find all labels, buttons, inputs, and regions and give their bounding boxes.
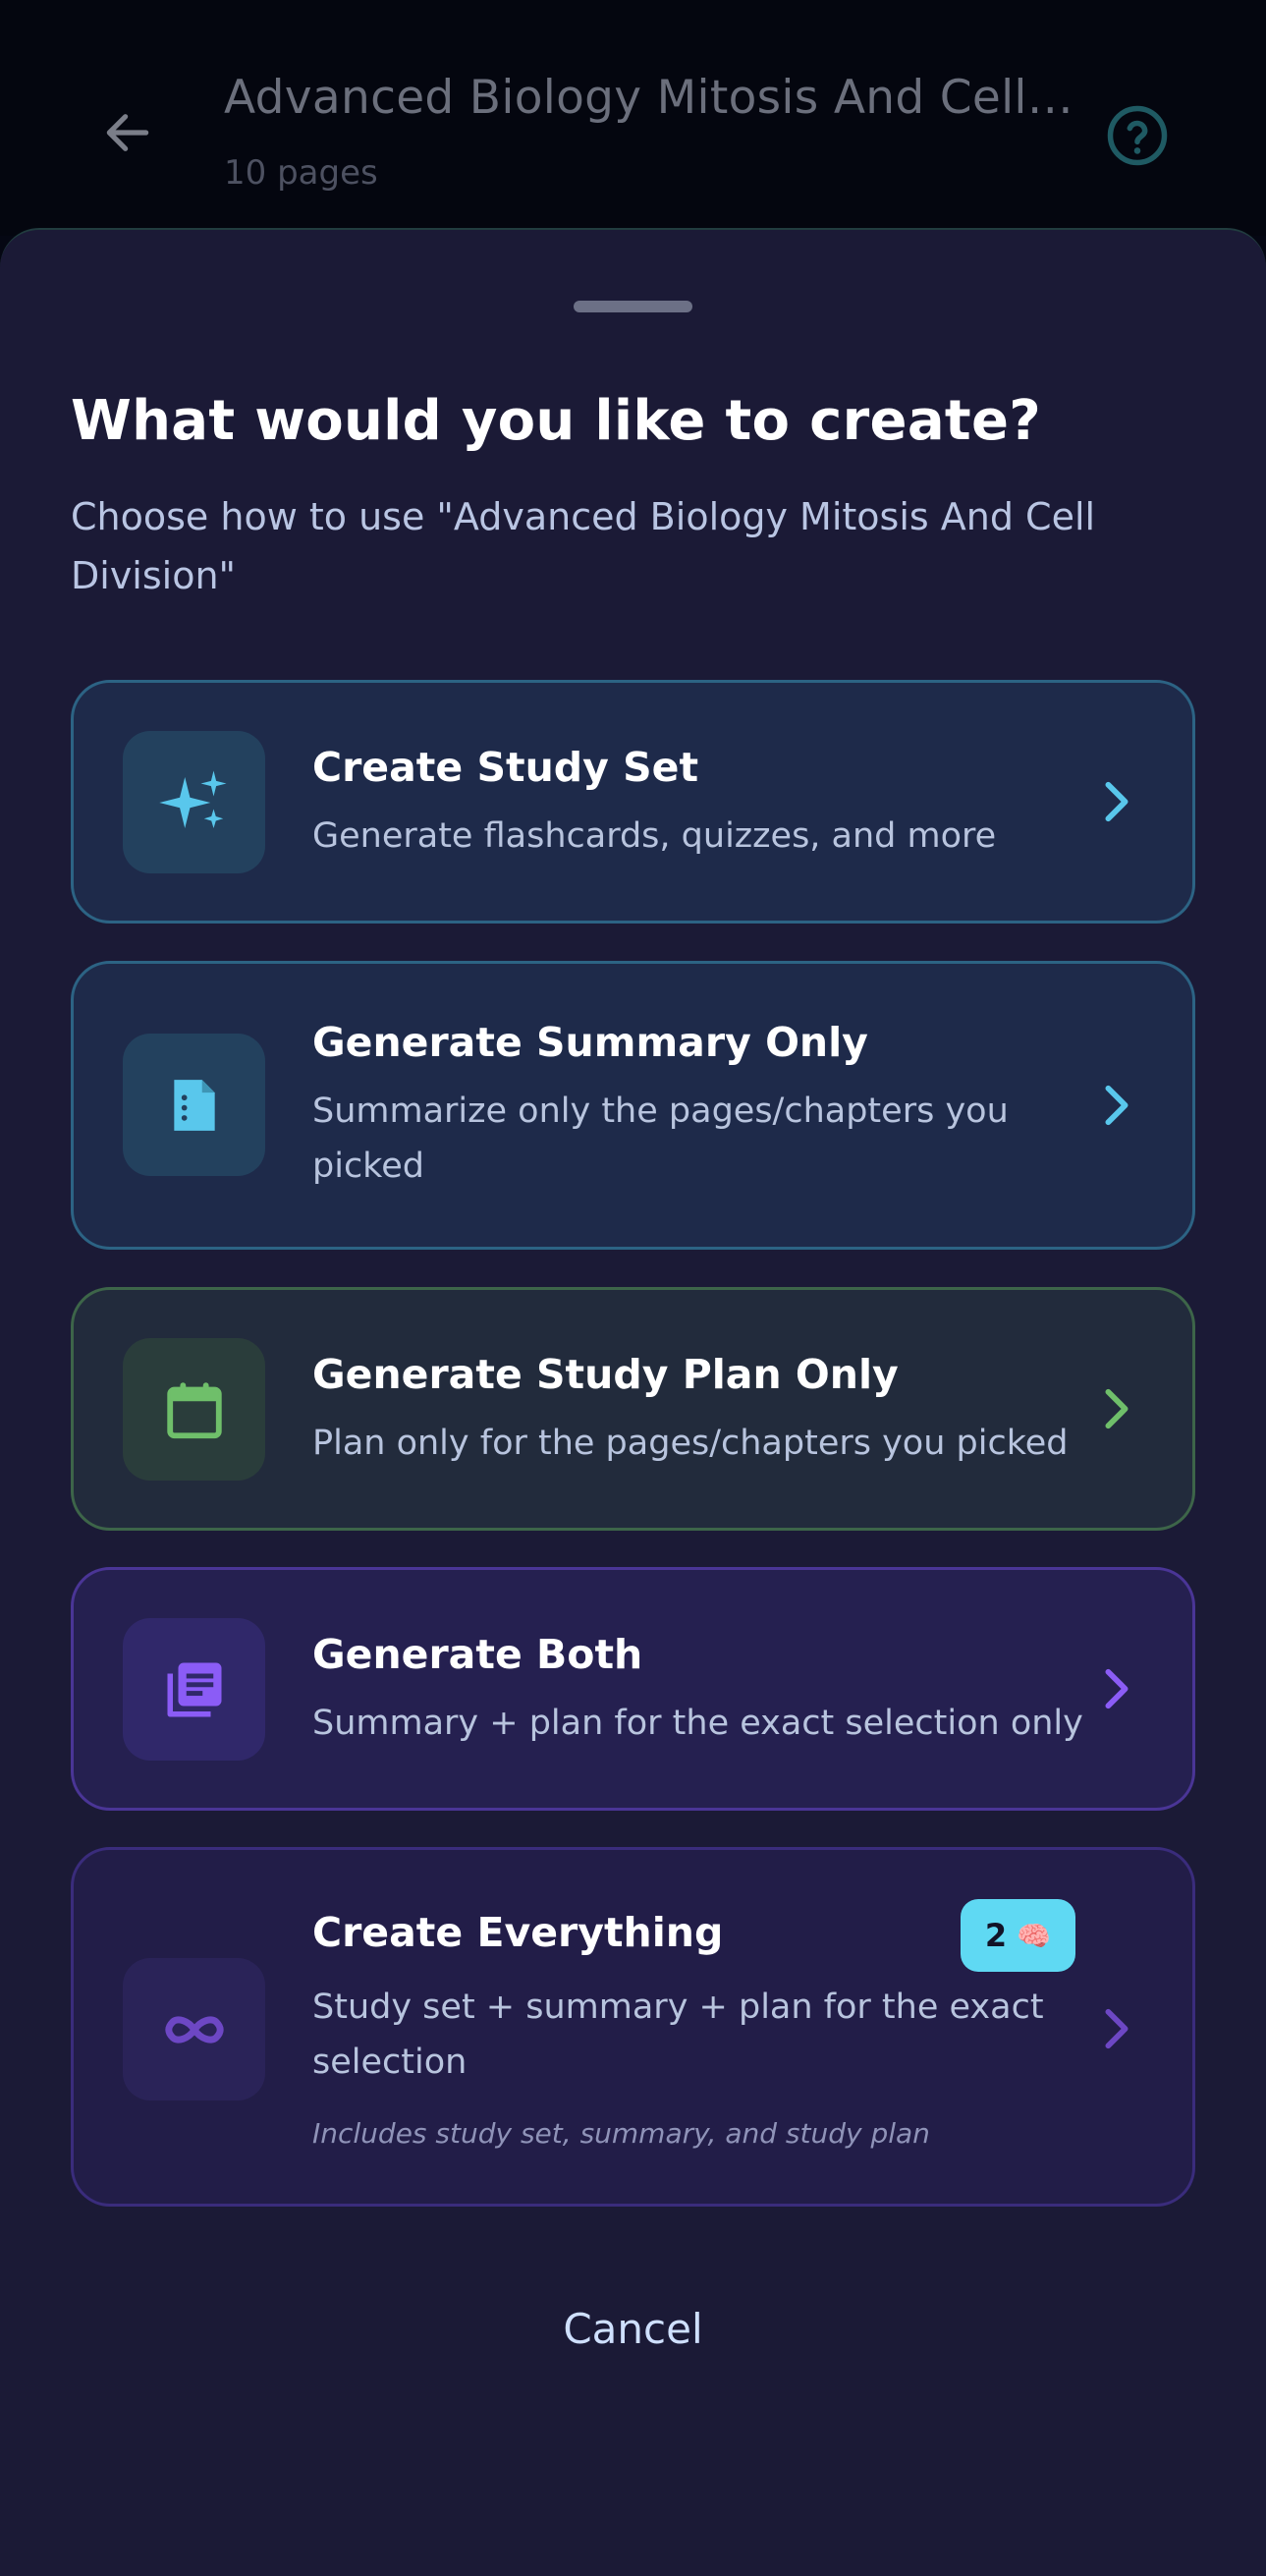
option-icon-box (123, 1338, 265, 1481)
option-icon-box (123, 731, 265, 873)
document-icon (173, 1079, 215, 1131)
back-button[interactable] (93, 98, 162, 167)
question-circle-icon (1107, 105, 1168, 166)
app-header: Advanced Biology Mitosis And Cell Divisi… (0, 0, 1266, 236)
calendar-icon (166, 1381, 222, 1438)
page-count: 10 pages (224, 153, 378, 193)
brain-icon: 🧠 (1017, 1919, 1052, 1952)
badge-count: 2 (984, 1917, 1008, 1954)
option-create-study-set[interactable]: Create Study Set Generate flashcards, qu… (71, 680, 1195, 924)
option-generate-study-plan[interactable]: Generate Study Plan Only Plan only for t… (71, 1287, 1195, 1531)
option-description: Study set + summary + plan for the exact… (312, 1988, 1044, 2082)
chevron-right-icon (1092, 1081, 1141, 1130)
chevron-right-icon (1092, 2004, 1141, 2053)
option-title: Create Everything (312, 1909, 724, 1956)
option-icon-box (123, 1958, 265, 2100)
option-title: Generate Both (312, 1631, 643, 1678)
infinity-icon (164, 2015, 224, 2044)
option-title: Generate Summary Only (312, 1019, 868, 1066)
option-title: Create Study Set (312, 744, 699, 791)
sparkles-icon (158, 770, 226, 828)
option-description: Plan only for the pages/chapters you pic… (312, 1424, 1069, 1463)
sheet-subtitle: Choose how to use "Advanced Biology Mito… (71, 495, 1096, 597)
option-icon-box (123, 1618, 265, 1761)
chevron-right-icon (1092, 777, 1141, 826)
option-description: Generate flashcards, quizzes, and more (312, 816, 997, 856)
arrow-left-icon (106, 114, 149, 151)
option-description: Summarize only the pages/chapters you pi… (312, 1092, 1009, 1186)
option-description: Summary + plan for the exact selection o… (312, 1704, 1083, 1743)
option-title: Generate Study Plan Only (312, 1351, 899, 1398)
chevron-right-icon (1092, 1384, 1141, 1433)
create-options-sheet: What would you like to create? Choose ho… (0, 228, 1266, 2576)
option-icon-box (123, 1034, 265, 1176)
drag-handle[interactable] (574, 301, 692, 312)
option-generate-both[interactable]: Generate Both Summary + plan for the exa… (71, 1567, 1195, 1811)
stacked-docs-icon (167, 1662, 221, 1716)
token-cost-badge: 2 🧠 (961, 1899, 1075, 1972)
option-create-everything[interactable]: Create Everything 2 🧠 Study set + summar… (71, 1847, 1195, 2207)
document-title: Advanced Biology Mitosis And Cell Divisi… (224, 71, 1078, 125)
sheet-title: What would you like to create? (71, 389, 1042, 453)
help-button[interactable] (1103, 101, 1172, 170)
option-generate-summary[interactable]: Generate Summary Only Summarize only the… (71, 961, 1195, 1250)
cancel-button[interactable]: Cancel (0, 2305, 1266, 2353)
chevron-right-icon (1092, 1664, 1141, 1713)
option-note: Includes study set, summary, and study p… (312, 2117, 930, 2150)
